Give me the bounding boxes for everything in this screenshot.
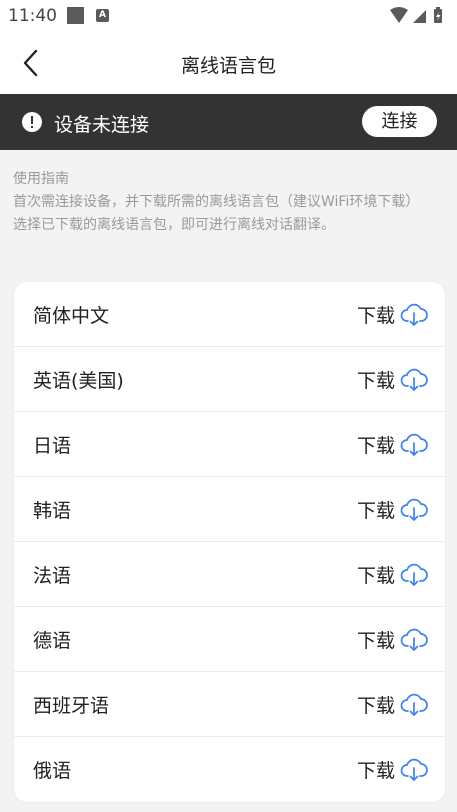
connect-button[interactable]: 连接 — [362, 106, 437, 137]
language-name: 法语 — [33, 565, 72, 587]
language-name: 俄语 — [33, 760, 72, 782]
status-icons — [390, 7, 442, 23]
language-name: 日语 — [33, 435, 72, 457]
cloud-download-icon[interactable] — [400, 365, 428, 393]
alert-icon — [22, 112, 42, 132]
wifi-icon — [390, 7, 408, 23]
language-row-es[interactable]: 西班牙语 下载 — [14, 672, 445, 737]
guide-line-1: 首次需连接设备，并下载所需的离线语言包（建议WiFi环境下载） — [13, 194, 420, 210]
page-title: 离线语言包 — [180, 55, 276, 77]
cloud-download-icon[interactable] — [400, 495, 428, 523]
download-label[interactable]: 下载 — [357, 301, 395, 328]
language-row-en-us[interactable]: 英语(美国) 下载 — [14, 347, 445, 412]
signal-icon — [413, 10, 426, 23]
cloud-download-icon[interactable] — [400, 560, 428, 588]
language-row-fr[interactable]: 法语 下载 — [14, 542, 445, 607]
cloud-download-icon[interactable] — [400, 300, 428, 328]
language-name: 韩语 — [33, 500, 72, 522]
language-name: 西班牙语 — [33, 695, 110, 717]
connection-banner: 设备未连接 连接 — [0, 94, 457, 150]
language-row-ja[interactable]: 日语 下载 — [14, 412, 445, 477]
guide-line-2: 选择已下载的离线语言包，即可进行离线对话翻译。 — [13, 217, 335, 233]
language-name: 英语(美国) — [33, 370, 124, 392]
connection-status-text: 设备未连接 — [54, 114, 150, 136]
cloud-download-icon[interactable] — [400, 430, 428, 458]
notification-square-icon — [67, 7, 84, 24]
usage-guide: 使用指南 首次需连接设备，并下载所需的离线语言包（建议WiFi环境下载） 选择已… — [13, 168, 445, 237]
download-label[interactable]: 下载 — [357, 626, 395, 653]
download-label[interactable]: 下载 — [357, 756, 395, 783]
language-list: 简体中文 下载 英语(美国) 下载 日语 下载 韩语 下载 法语 下载 德语 下… — [13, 281, 446, 803]
cloud-download-icon[interactable] — [400, 690, 428, 718]
download-label[interactable]: 下载 — [357, 496, 395, 523]
language-name: 德语 — [33, 630, 72, 652]
header: 离线语言包 — [0, 32, 457, 94]
language-row-zh[interactable]: 简体中文 下载 — [14, 282, 445, 347]
cloud-download-icon[interactable] — [400, 625, 428, 653]
language-row-ko[interactable]: 韩语 下载 — [14, 477, 445, 542]
download-label[interactable]: 下载 — [357, 691, 395, 718]
language-name: 简体中文 — [33, 305, 110, 327]
cloud-download-icon[interactable] — [400, 755, 428, 783]
download-label[interactable]: 下载 — [357, 431, 395, 458]
notification-a-icon: A — [96, 9, 109, 22]
download-label[interactable]: 下载 — [357, 366, 395, 393]
status-bar: 11:40 A — [0, 0, 457, 32]
status-time: 11:40 — [8, 6, 57, 26]
language-row-de[interactable]: 德语 下载 — [14, 607, 445, 672]
guide-heading: 使用指南 — [13, 171, 69, 187]
language-row-ru[interactable]: 俄语 下载 — [14, 737, 445, 801]
download-label[interactable]: 下载 — [357, 561, 395, 588]
